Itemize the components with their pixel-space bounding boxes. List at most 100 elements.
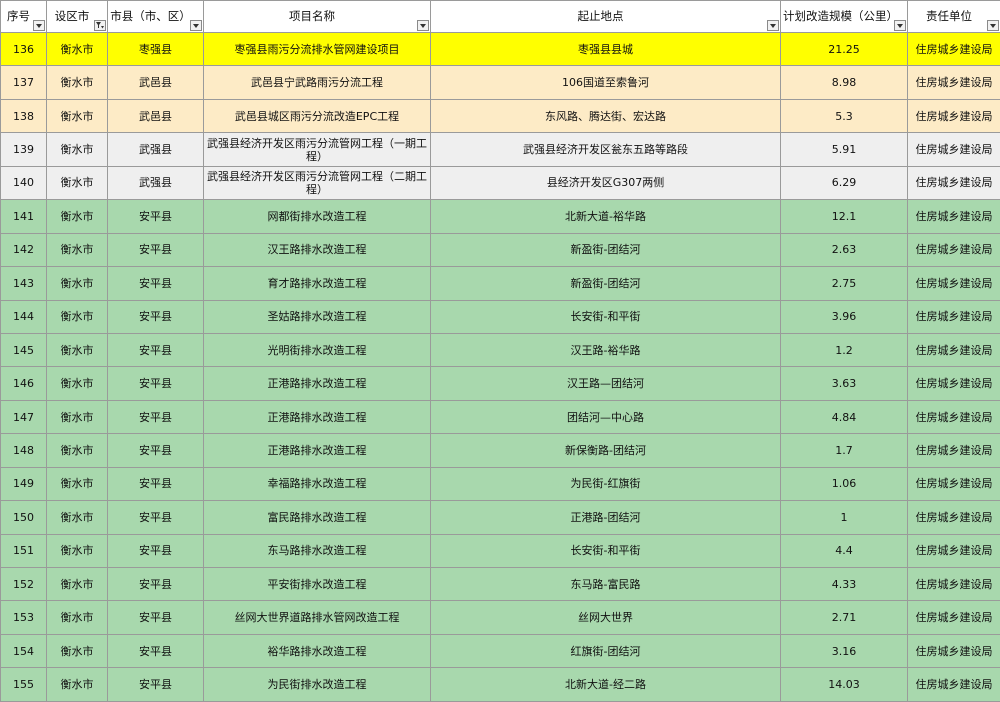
- cell-district-city[interactable]: 衡水市: [47, 200, 108, 233]
- cell-location[interactable]: 东风路、腾达街、宏达路: [431, 99, 781, 132]
- cell-responsible-unit[interactable]: 住房城乡建设局: [908, 634, 1000, 667]
- cell-location[interactable]: 汉王路-裕华路: [431, 333, 781, 366]
- cell-county[interactable]: 武邑县: [108, 66, 204, 99]
- cell-scale-km[interactable]: 5.3: [781, 99, 908, 132]
- cell-location[interactable]: 汉王路—团结河: [431, 367, 781, 400]
- cell-scale-km[interactable]: 5.91: [781, 133, 908, 166]
- cell-county[interactable]: 安平县: [108, 233, 204, 266]
- cell-seq-no[interactable]: 151: [1, 534, 47, 567]
- cell-responsible-unit[interactable]: 住房城乡建设局: [908, 300, 1000, 333]
- cell-scale-km[interactable]: 6.29: [781, 166, 908, 199]
- cell-project-name[interactable]: 东马路排水改造工程: [204, 534, 431, 567]
- cell-seq-no[interactable]: 154: [1, 634, 47, 667]
- cell-district-city[interactable]: 衡水市: [47, 33, 108, 66]
- cell-responsible-unit[interactable]: 住房城乡建设局: [908, 99, 1000, 132]
- filter-active-icon[interactable]: [94, 20, 106, 31]
- cell-scale-km[interactable]: 12.1: [781, 200, 908, 233]
- cell-location[interactable]: 丝网大世界: [431, 601, 781, 634]
- cell-responsible-unit[interactable]: 住房城乡建设局: [908, 501, 1000, 534]
- cell-seq-no[interactable]: 140: [1, 166, 47, 199]
- filter-dropdown-icon[interactable]: [190, 20, 202, 31]
- cell-seq-no[interactable]: 139: [1, 133, 47, 166]
- cell-responsible-unit[interactable]: 住房城乡建设局: [908, 400, 1000, 433]
- cell-district-city[interactable]: 衡水市: [47, 267, 108, 300]
- cell-project-name[interactable]: 丝网大世界道路排水管网改造工程: [204, 601, 431, 634]
- cell-project-name[interactable]: 正港路排水改造工程: [204, 367, 431, 400]
- cell-project-name[interactable]: 育才路排水改造工程: [204, 267, 431, 300]
- cell-seq-no[interactable]: 147: [1, 400, 47, 433]
- cell-county[interactable]: 枣强县: [108, 33, 204, 66]
- cell-district-city[interactable]: 衡水市: [47, 400, 108, 433]
- cell-seq-no[interactable]: 153: [1, 601, 47, 634]
- cell-project-name[interactable]: 枣强县雨污分流排水管网建设项目: [204, 33, 431, 66]
- cell-seq-no[interactable]: 136: [1, 33, 47, 66]
- cell-location[interactable]: 武强县经济开发区瓮东五路等路段: [431, 133, 781, 166]
- cell-responsible-unit[interactable]: 住房城乡建设局: [908, 467, 1000, 500]
- cell-county[interactable]: 安平县: [108, 501, 204, 534]
- cell-seq-no[interactable]: 142: [1, 233, 47, 266]
- cell-location[interactable]: 新盈街-团结河: [431, 267, 781, 300]
- cell-scale-km[interactable]: 1.2: [781, 333, 908, 366]
- cell-district-city[interactable]: 衡水市: [47, 300, 108, 333]
- column-header-responsible-unit[interactable]: 责任单位: [908, 1, 1000, 33]
- cell-district-city[interactable]: 衡水市: [47, 99, 108, 132]
- cell-scale-km[interactable]: 2.63: [781, 233, 908, 266]
- cell-responsible-unit[interactable]: 住房城乡建设局: [908, 166, 1000, 199]
- cell-district-city[interactable]: 衡水市: [47, 66, 108, 99]
- cell-district-city[interactable]: 衡水市: [47, 133, 108, 166]
- filter-dropdown-icon[interactable]: [417, 20, 429, 31]
- cell-county[interactable]: 武强县: [108, 133, 204, 166]
- cell-responsible-unit[interactable]: 住房城乡建设局: [908, 434, 1000, 467]
- cell-project-name[interactable]: 圣姑路排水改造工程: [204, 300, 431, 333]
- cell-responsible-unit[interactable]: 住房城乡建设局: [908, 66, 1000, 99]
- cell-district-city[interactable]: 衡水市: [47, 233, 108, 266]
- cell-seq-no[interactable]: 148: [1, 434, 47, 467]
- column-header-project-name[interactable]: 项目名称: [204, 1, 431, 33]
- filter-dropdown-icon[interactable]: [33, 20, 45, 31]
- cell-responsible-unit[interactable]: 住房城乡建设局: [908, 367, 1000, 400]
- cell-county[interactable]: 安平县: [108, 400, 204, 433]
- cell-scale-km[interactable]: 14.03: [781, 668, 908, 701]
- cell-seq-no[interactable]: 152: [1, 568, 47, 601]
- cell-seq-no[interactable]: 144: [1, 300, 47, 333]
- cell-responsible-unit[interactable]: 住房城乡建设局: [908, 601, 1000, 634]
- cell-seq-no[interactable]: 145: [1, 333, 47, 366]
- cell-project-name[interactable]: 光明街排水改造工程: [204, 333, 431, 366]
- cell-location[interactable]: 县经济开发区G307两侧: [431, 166, 781, 199]
- cell-location[interactable]: 团结河—中心路: [431, 400, 781, 433]
- filter-dropdown-icon[interactable]: [894, 20, 906, 31]
- cell-scale-km[interactable]: 4.33: [781, 568, 908, 601]
- cell-district-city[interactable]: 衡水市: [47, 467, 108, 500]
- cell-county[interactable]: 安平县: [108, 367, 204, 400]
- cell-project-name[interactable]: 裕华路排水改造工程: [204, 634, 431, 667]
- cell-county[interactable]: 安平县: [108, 634, 204, 667]
- cell-location[interactable]: 长安街-和平街: [431, 534, 781, 567]
- cell-scale-km[interactable]: 3.63: [781, 367, 908, 400]
- cell-seq-no[interactable]: 141: [1, 200, 47, 233]
- cell-responsible-unit[interactable]: 住房城乡建设局: [908, 233, 1000, 266]
- cell-location[interactable]: 枣强县县城: [431, 33, 781, 66]
- cell-district-city[interactable]: 衡水市: [47, 367, 108, 400]
- cell-location[interactable]: 新盈街-团结河: [431, 233, 781, 266]
- cell-project-name[interactable]: 武强县经济开发区雨污分流管网工程（一期工程）: [204, 133, 431, 166]
- cell-location[interactable]: 北新大道-裕华路: [431, 200, 781, 233]
- cell-seq-no[interactable]: 143: [1, 267, 47, 300]
- cell-county[interactable]: 安平县: [108, 300, 204, 333]
- cell-seq-no[interactable]: 150: [1, 501, 47, 534]
- cell-project-name[interactable]: 武强县经济开发区雨污分流管网工程（二期工程）: [204, 166, 431, 199]
- cell-district-city[interactable]: 衡水市: [47, 634, 108, 667]
- cell-scale-km[interactable]: 3.16: [781, 634, 908, 667]
- cell-county[interactable]: 安平县: [108, 333, 204, 366]
- cell-project-name[interactable]: 汉王路排水改造工程: [204, 233, 431, 266]
- cell-county[interactable]: 安平县: [108, 434, 204, 467]
- cell-project-name[interactable]: 富民路排水改造工程: [204, 501, 431, 534]
- cell-scale-km[interactable]: 4.84: [781, 400, 908, 433]
- cell-responsible-unit[interactable]: 住房城乡建设局: [908, 534, 1000, 567]
- cell-scale-km[interactable]: 1.7: [781, 434, 908, 467]
- cell-responsible-unit[interactable]: 住房城乡建设局: [908, 33, 1000, 66]
- cell-district-city[interactable]: 衡水市: [47, 501, 108, 534]
- column-header-district-city[interactable]: 设区市: [47, 1, 108, 33]
- cell-responsible-unit[interactable]: 住房城乡建设局: [908, 668, 1000, 701]
- cell-scale-km[interactable]: 2.75: [781, 267, 908, 300]
- cell-seq-no[interactable]: 149: [1, 467, 47, 500]
